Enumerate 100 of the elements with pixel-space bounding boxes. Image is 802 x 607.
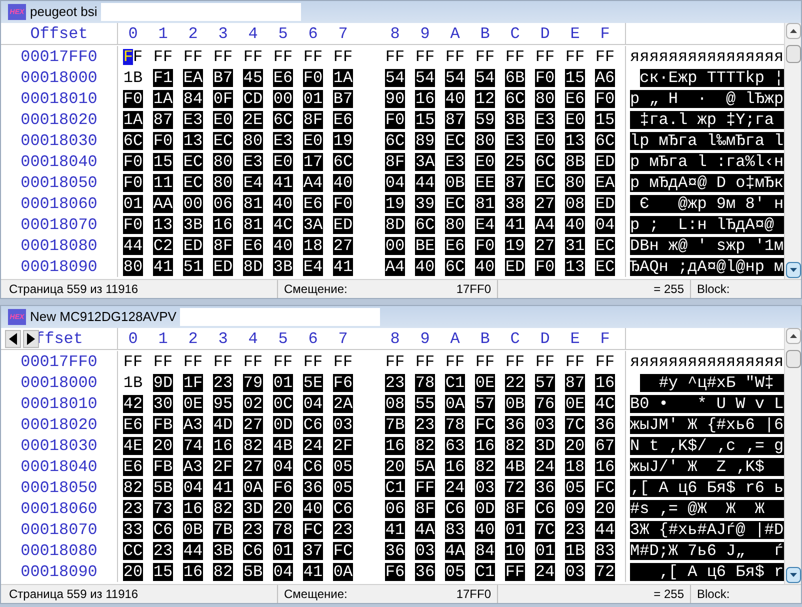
hex-byte[interactable]: 54: [475, 68, 495, 86]
hex-byte[interactable]: 03: [475, 478, 495, 496]
hex-byte[interactable]: 4A: [445, 542, 465, 560]
hex-byte[interactable]: F0: [153, 132, 173, 150]
hex-byte[interactable]: 81: [243, 194, 263, 212]
hex-byte[interactable]: 09: [565, 500, 585, 518]
hex-byte[interactable]: ED: [213, 258, 233, 276]
hex-byte[interactable]: F6: [273, 478, 293, 496]
hex-byte[interactable]: 13: [565, 258, 585, 276]
hex-byte[interactable]: 19: [333, 132, 353, 150]
hex-byte[interactable]: 16: [475, 436, 495, 454]
hex-byte[interactable]: F0: [123, 152, 143, 170]
hex-byte[interactable]: 2F: [213, 458, 233, 476]
hex-byte[interactable]: 15: [153, 152, 173, 170]
hex-byte[interactable]: 80: [445, 216, 465, 234]
hex-byte[interactable]: 31: [565, 236, 585, 254]
hex-byte[interactable]: 81: [475, 194, 495, 212]
hex-byte[interactable]: 51: [183, 258, 203, 276]
hex-byte[interactable]: 87: [153, 110, 173, 128]
hex-byte[interactable]: 6C: [505, 90, 525, 108]
hex-byte[interactable]: 3B: [213, 542, 233, 560]
hex-byte[interactable]: C6: [303, 458, 323, 476]
hex-byte[interactable]: 23: [243, 520, 263, 538]
hex-byte[interactable]: E6: [273, 68, 293, 86]
hex-byte[interactable]: 6C: [445, 258, 465, 276]
hex-byte[interactable]: 02: [243, 394, 263, 412]
hex-byte[interactable]: EE: [475, 174, 495, 192]
hex-byte[interactable]: F0: [535, 68, 555, 86]
hex-byte[interactable]: E3: [183, 110, 203, 128]
hex-byte[interactable]: A3: [183, 416, 203, 434]
hex-byte[interactable]: 41: [303, 562, 323, 580]
hex-byte[interactable]: 0B: [445, 174, 465, 192]
hex-byte[interactable]: C1: [445, 374, 465, 392]
hex-byte[interactable]: F0: [303, 68, 323, 86]
hex-byte[interactable]: F0: [123, 216, 143, 234]
hex-byte[interactable]: C2: [153, 236, 173, 254]
hex-byte[interactable]: 16: [415, 90, 435, 108]
hex-byte[interactable]: 37: [303, 542, 323, 560]
hex-byte[interactable]: 83: [445, 520, 465, 538]
hex-byte[interactable]: 44: [183, 542, 203, 560]
hex-byte[interactable]: 41: [153, 258, 173, 276]
hex-byte[interactable]: 15: [565, 68, 585, 86]
hex-byte[interactable]: 16: [595, 458, 615, 476]
hex-byte[interactable]: 0F: [213, 90, 233, 108]
hex-byte[interactable]: 23: [213, 374, 233, 392]
hex-byte[interactable]: E6: [565, 90, 585, 108]
hex-byte[interactable]: 01: [273, 374, 293, 392]
hex-byte[interactable]: 87: [445, 110, 465, 128]
hex-byte[interactable]: 8F: [385, 152, 405, 170]
hex-byte[interactable]: 01: [273, 542, 293, 560]
hex-byte[interactable]: 16: [183, 500, 203, 518]
hex-byte[interactable]: 95: [213, 394, 233, 412]
hex-byte[interactable]: F0: [475, 236, 495, 254]
hex-byte[interactable]: E0: [273, 152, 293, 170]
hex-byte[interactable]: EA: [595, 174, 615, 192]
hex-byte[interactable]: ED: [183, 236, 203, 254]
hex-byte[interactable]: BE: [415, 236, 435, 254]
hex-byte[interactable]: 17: [303, 152, 323, 170]
hex-byte[interactable]: 20: [273, 500, 293, 518]
hex-byte[interactable]: 00: [183, 194, 203, 212]
hex-byte[interactable]: 4A: [415, 520, 435, 538]
hex-byte[interactable]: FF: [415, 478, 435, 496]
hex-byte[interactable]: E4: [243, 174, 263, 192]
hex-byte[interactable]: 8F: [505, 500, 525, 518]
hex-byte[interactable]: F0: [595, 90, 615, 108]
hex-byte[interactable]: 45: [243, 68, 263, 86]
hex-byte[interactable]: 82: [213, 500, 233, 518]
hex-byte[interactable]: 0E: [183, 394, 203, 412]
hex-byte[interactable]: 23: [565, 520, 585, 538]
hex-byte[interactable]: 2E: [243, 110, 263, 128]
hex-byte[interactable]: E6: [333, 110, 353, 128]
hex-byte[interactable]: 6C: [385, 132, 405, 150]
hex-byte[interactable]: 03: [333, 416, 353, 434]
hex-byte[interactable]: 03: [535, 416, 555, 434]
hex-byte[interactable]: 0A: [445, 394, 465, 412]
hex-byte[interactable]: 82: [505, 436, 525, 454]
hex-byte[interactable]: 8D: [385, 216, 405, 234]
hex-byte[interactable]: FC: [303, 520, 323, 538]
hex-byte[interactable]: 22: [505, 374, 525, 392]
hex-byte[interactable]: 41: [505, 216, 525, 234]
hex-byte[interactable]: 40: [303, 500, 323, 518]
hex-byte[interactable]: 5E: [303, 374, 323, 392]
hex-byte[interactable]: E6: [303, 194, 323, 212]
hex-byte[interactable]: 4C: [273, 216, 293, 234]
hex-byte[interactable]: 05: [565, 478, 585, 496]
hex-byte[interactable]: FF: [505, 562, 525, 580]
hex-byte[interactable]: 57: [475, 394, 495, 412]
hex-byte[interactable]: 1A: [153, 90, 173, 108]
hex-byte[interactable]: 16: [213, 216, 233, 234]
hex-byte[interactable]: 20: [595, 500, 615, 518]
hex-byte[interactable]: 01: [505, 520, 525, 538]
hex-byte[interactable]: 67: [595, 436, 615, 454]
hex-byte[interactable]: ED: [333, 216, 353, 234]
hex-byte[interactable]: 36: [303, 478, 323, 496]
hex-byte[interactable]: 80: [535, 90, 555, 108]
hex-byte[interactable]: 38: [505, 194, 525, 212]
hex-byte[interactable]: 90: [385, 90, 405, 108]
hex-byte[interactable]: 27: [333, 236, 353, 254]
hex-byte[interactable]: E3: [243, 152, 263, 170]
scroll-thumb[interactable]: [786, 45, 800, 63]
